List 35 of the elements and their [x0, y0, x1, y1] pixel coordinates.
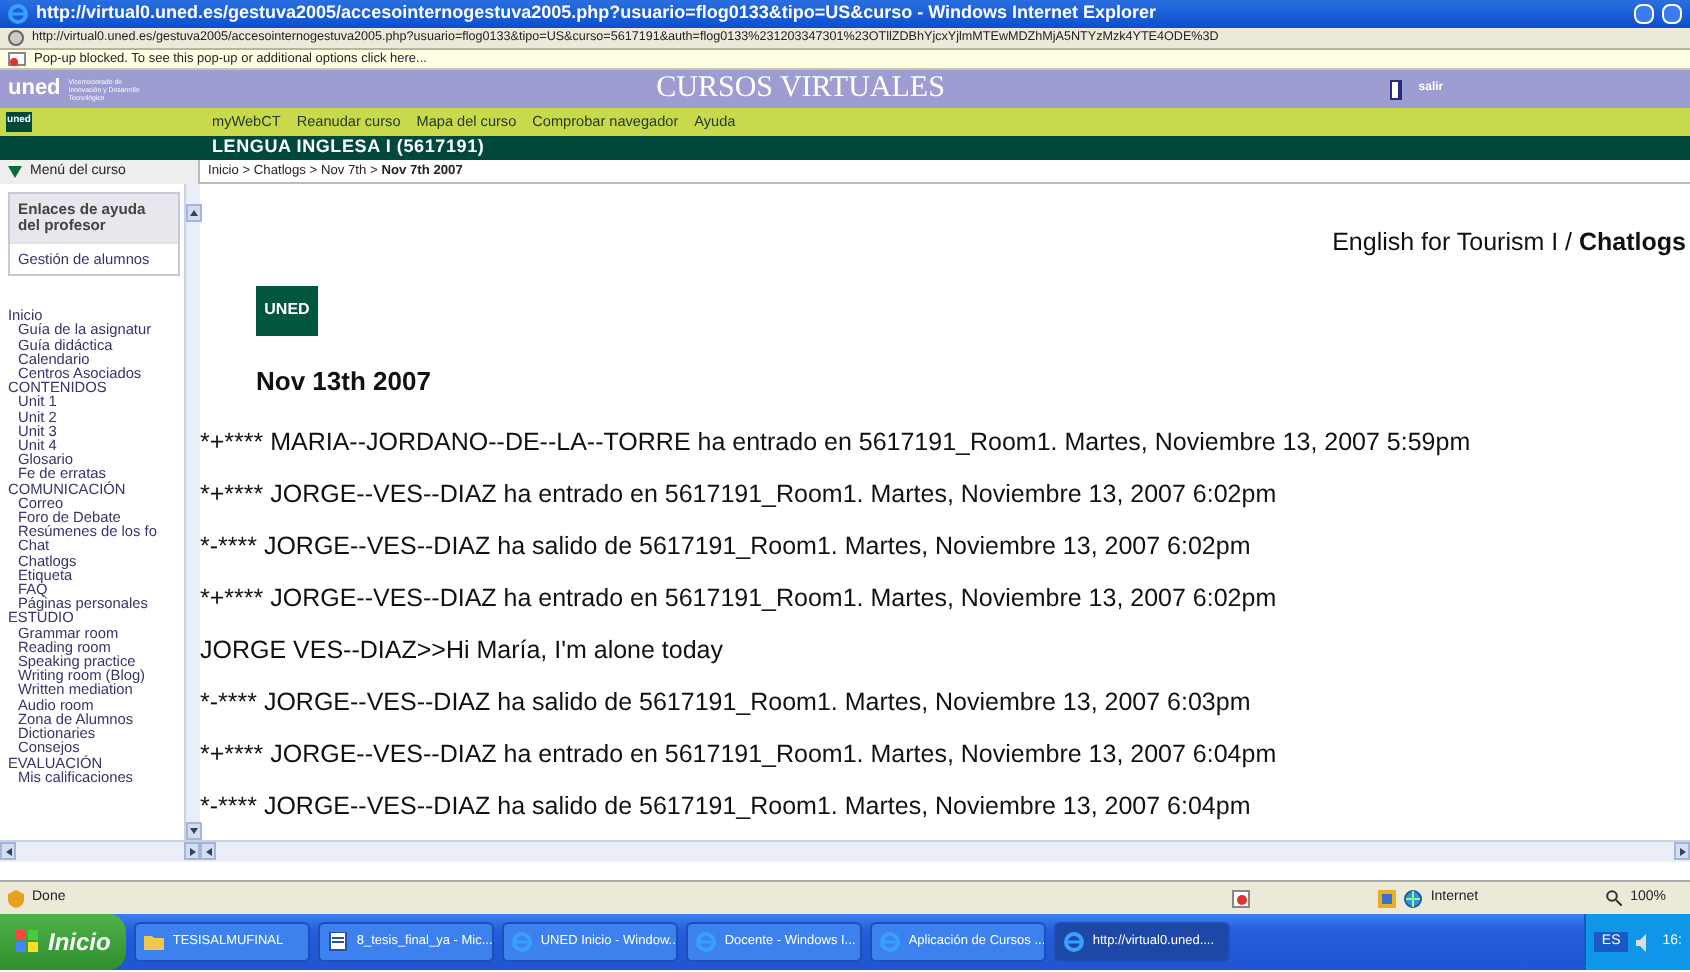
- browser-icon: [880, 932, 901, 952]
- site-title: CURSOS VIRTUALES: [654, 70, 947, 109]
- folder-icon: [144, 932, 165, 952]
- door-icon: [1390, 79, 1403, 99]
- chat-message: *+**** MARIA--JORDANO--DE--LA--TORRE ha entrado en 5617191_Room1. Martes, Noviembre 13, 2007 5:59pm: [200, 426, 1473, 461]
- horizontal-scrollbar[interactable]: [200, 840, 1690, 862]
- security-icon: [1378, 889, 1397, 907]
- restore-button[interactable]: [1662, 4, 1682, 24]
- chat-message: *-**** JORGE--VES--DIAZ ha salido de 5617191_Room1. Martes, Noviembre 13, 2007 6:04pm: [200, 790, 1253, 825]
- globe-icon: [1404, 889, 1423, 907]
- horizontal-scrollbar[interactable]: [0, 840, 200, 862]
- chat-message: *+**** JORGE--VES--DIAZ ha entrado en 5617191_Room1. Martes, Noviembre 13, 2007 6:02pm: [200, 478, 1279, 513]
- windows-flag-icon: [16, 930, 40, 954]
- course-title: LENGUA INGLESA I (5617191): [212, 134, 485, 161]
- chat-message: *+**** JORGE--VES--DIAZ ha entrado en 5617191_Room1. Martes, Noviembre 13, 2007 6:04pm: [200, 738, 1279, 773]
- chat-message: *+**** JORGE--VES--DIAZ ha entrado en 5617191_Room1. Martes, Noviembre 13, 2007 6:02pm: [200, 582, 1279, 617]
- zoom-icon: [1606, 890, 1623, 906]
- browser-icon: [696, 932, 717, 952]
- browser-icon: [1064, 932, 1085, 952]
- vertical-scrollbar[interactable]: [184, 184, 200, 840]
- popup-blocked-icon: [1232, 889, 1251, 907]
- page-icon: [8, 30, 24, 46]
- chat-message: *-**** JORGE--VES--DIAZ ha salido de 5617191_Room1. Martes, Noviembre 13, 2007 6:03pm: [200, 686, 1253, 721]
- browser-icon: [512, 932, 533, 952]
- popup-blocked-icon: [8, 52, 26, 66]
- page-heading: English for Tourism I / Chatlogs: [1330, 226, 1686, 260]
- document-icon: [328, 932, 349, 952]
- date-heading: Nov 13th 2007: [256, 363, 433, 400]
- minimize-button[interactable]: [1634, 4, 1654, 24]
- chat-message: JORGE VES--DIAZ>>Hi María, I'm alone today: [200, 634, 725, 669]
- logo: UNED: [256, 285, 318, 336]
- window-title: http://virtual0.uned.es/gestuva2005/accesointernogestuva2005.php?usuario=flog0133&tipo=US&curso - Windows Internet Explorer: [36, 0, 1159, 27]
- browser-icon: [8, 4, 28, 24]
- shield-icon: [8, 889, 24, 907]
- chat-message: *-**** JORGE--VES--DIAZ ha salido de 5617191_Room1. Martes, Noviembre 13, 2007 6:02pm: [200, 530, 1253, 565]
